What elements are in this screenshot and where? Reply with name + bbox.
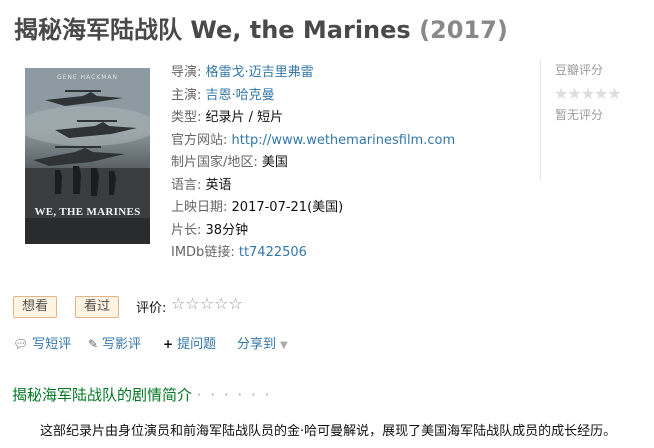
want-to-watch-button[interactable]: 想看 [13, 296, 58, 318]
release-value: 2017-07-21(美国) [231, 200, 344, 215]
runtime-label: 片长: [171, 222, 202, 238]
imdb-link[interactable]: tt7422506 [239, 245, 307, 260]
movie-poster[interactable]: GENE HACKMAN WE, THE MARINES [25, 68, 150, 244]
language-value: 英语 [205, 177, 232, 193]
movie-title: 揭秘海军陆战队 We, the Marines [14, 16, 411, 44]
synopsis-text: 这部纪录片由身位演员和前海军陆战队员的金·哈可曼解说，展现了美国海军陆战队成员的… [40, 424, 617, 439]
language-label: 语言: [171, 177, 202, 193]
website-link[interactable]: http://www.wethemarinesfilm.com [232, 133, 456, 148]
runtime-value: 38分钟 [205, 222, 249, 238]
ask-label: 提问题 [177, 337, 217, 352]
write-review-label: 写影评 [102, 337, 142, 352]
website-label: 官方网站: [171, 132, 228, 148]
info-release: 上映日期: 2017-07-21(美国) [171, 197, 455, 220]
movie-year: (2017) [419, 16, 508, 44]
caret-down-icon: ▼ [280, 340, 288, 351]
heading-dots: · · · · · · [196, 386, 272, 404]
rating-stars: ★★★★★ [554, 84, 622, 103]
synopsis-heading-text: 揭秘海军陆战队的剧情简介 [12, 386, 193, 404]
rating-label: 豆瓣评分 [555, 63, 604, 77]
info-runtime: 片长: 38分钟 [171, 220, 455, 243]
country-label: 制片国家/地区: [171, 155, 258, 170]
no-rating-text: 暂无评分 [555, 108, 604, 122]
write-short-review-link[interactable]: 💬︎ 写短评 [13, 333, 71, 352]
info-country: 制片国家/地区: 美国 [171, 152, 455, 175]
write-review-link[interactable]: ✎ 写影评 [88, 333, 141, 352]
poster-top-text: GENE HACKMAN [56, 74, 119, 81]
synopsis-heading: 揭秘海军陆战队的剧情简介 · · · · · · [12, 384, 271, 405]
poster-title-text: WE, THE MARINES [34, 206, 141, 218]
page-title: 揭秘海军陆战队 We, the Marines (2017) [14, 10, 508, 45]
info-website: 官方网站: http://www.wethemarinesfilm.com [171, 130, 455, 153]
share-menu[interactable]: 分享到 ▼ [237, 333, 288, 352]
comment-icon: 💬︎ [13, 337, 29, 351]
ask-question-link[interactable]: + 提问题 [163, 333, 216, 352]
info-imdb: IMDb链接: tt7422506 [171, 242, 455, 265]
info-genre: 类型: 纪录片 / 短片 [171, 107, 455, 130]
cast-label: 主演 [171, 87, 198, 103]
watched-button[interactable]: 看过 [75, 296, 120, 318]
country-value: 美国 [261, 155, 288, 170]
info-director: 导演: 格雷戈·迈吉里弗雷 [171, 65, 314, 80]
genre-value: 纪录片 / 短片 [205, 110, 284, 125]
rate-label: 评价: [136, 301, 167, 316]
rate-stars-input[interactable]: ☆☆☆☆☆ [171, 294, 243, 313]
write-short-label: 写短评 [32, 337, 72, 352]
info-cast: 主演: 吉恩·哈克曼 [171, 87, 275, 103]
share-label: 分享到 [237, 337, 277, 352]
genre-label: 类型: [171, 110, 202, 125]
director-label: 导演 [171, 65, 198, 80]
rating-panel: 豆瓣评分 ★★★★★ 暂无评分 [540, 60, 637, 180]
cast-link[interactable]: 吉恩·哈克曼 [206, 88, 275, 103]
imdb-label: IMDb链接: [171, 245, 235, 260]
director-link[interactable]: 格雷戈·迈吉里弗雷 [206, 65, 314, 80]
release-label: 上映日期: [171, 200, 228, 215]
pencil-icon: ✎ [88, 337, 99, 351]
movie-info: 导演: 格雷戈·迈吉里弗雷 主演: 吉恩·哈克曼 类型: 纪录片 / 短片 官方… [171, 62, 455, 265]
plus-icon: + [163, 337, 174, 351]
info-language: 语言: 英语 [171, 175, 455, 198]
